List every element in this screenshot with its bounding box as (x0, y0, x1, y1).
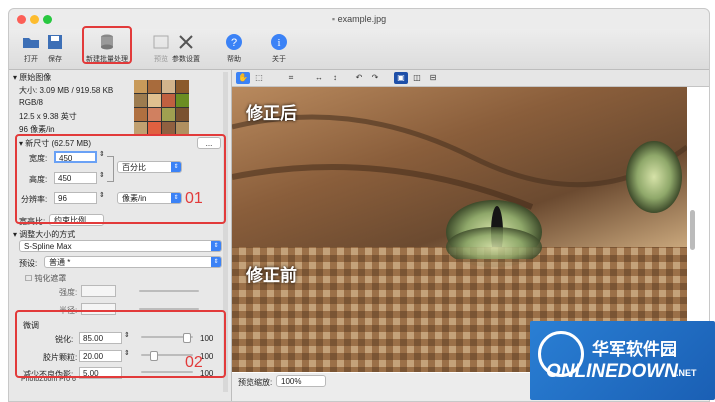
tools-icon (176, 32, 196, 52)
split-horizontal-icon[interactable]: ⊟ (426, 72, 440, 84)
settings-label: 参数设置 (172, 56, 200, 63)
window-title: ▪ example.jpg (9, 14, 709, 24)
view-toolbar: ✋ ⬚ ⌗ ↔ ↕ ↶ ↷ ▣ ◫ ⊟ (232, 70, 709, 87)
chevron-updown-icon: ⇕ (211, 241, 221, 251)
hand-tool-icon[interactable]: ✋ (236, 72, 250, 84)
save-label: 保存 (48, 56, 62, 63)
preview-scrollbar[interactable] (690, 210, 695, 250)
preset-select[interactable]: 普通 * ⇕ (44, 256, 222, 268)
open-label: 打开 (24, 56, 38, 63)
svg-text:i: i (277, 37, 280, 49)
annotation-02: 02 (185, 354, 203, 371)
preview-label: 预览 (154, 56, 168, 63)
zoom-label: 预览缩放: (238, 378, 273, 387)
fit-height-icon[interactable]: ↕ (328, 72, 342, 84)
zoom-select[interactable]: 100% (276, 375, 326, 387)
original-dims: 12.5 x 9.38 英寸 (19, 112, 77, 121)
unsharp-header[interactable]: ☐ 钝化遮罩 (25, 273, 66, 284)
method-value: S-Spline Max (24, 242, 72, 251)
preset-value: 普通 * (49, 258, 71, 267)
preset-label: 预设: (19, 259, 38, 268)
preview-icon (151, 32, 171, 52)
logo-en: ONLINEDOWN (546, 361, 678, 382)
resize-method-header[interactable]: ▾ 调整大小的方式 (13, 229, 75, 240)
unsharp-header-text: 钝化遮罩 (34, 274, 67, 283)
original-size: 大小: 3.09 MB / 919.58 KB (19, 86, 114, 95)
open-button[interactable]: 打开 (19, 32, 43, 64)
about-label: 关于 (272, 56, 286, 63)
before-caption: 修正前 (246, 266, 297, 286)
highlight-batch-button (82, 26, 132, 64)
about-button[interactable]: i 关于 (267, 32, 291, 64)
settings-button[interactable]: 参数设置 (169, 32, 203, 64)
thumbnail-grid (134, 80, 189, 135)
help-label: 帮助 (227, 56, 241, 63)
logo-suffix: .NET (676, 368, 697, 378)
info-icon: i (269, 32, 289, 52)
original-header-text: 原始图像 (19, 73, 52, 82)
window-title-text: example.jpg (337, 14, 387, 24)
original-section-header[interactable]: ▾ 原始图像 (13, 72, 51, 83)
fit-width-icon[interactable]: ↔ (312, 72, 326, 84)
watermark-logo: 华军软件园 ONLINEDOWN .NET (530, 321, 715, 400)
zoom-value: 100% (281, 377, 302, 386)
after-caption: 修正后 (246, 104, 297, 124)
strength-slider[interactable] (139, 290, 199, 292)
highlight-newsize-box (15, 134, 226, 224)
split-vertical-icon[interactable]: ◫ (410, 72, 424, 84)
save-button[interactable]: 保存 (43, 32, 67, 64)
annotation-01: 01 (185, 190, 203, 207)
rotate-right-icon[interactable]: ↷ (368, 72, 382, 84)
strength-input[interactable] (81, 285, 116, 297)
logo-cn: 华军软件园 (592, 340, 677, 360)
method-select[interactable]: S-Spline Max ⇕ (19, 240, 222, 252)
chevron-updown-icon: ⇕ (211, 257, 221, 267)
strength-label: 强度: (59, 288, 78, 297)
help-button[interactable]: ? 帮助 (222, 32, 246, 64)
floppy-icon (45, 32, 65, 52)
folder-icon (21, 32, 41, 52)
rotate-left-icon[interactable]: ↶ (352, 72, 366, 84)
original-mode: RGB/8 (19, 98, 44, 107)
select-tool-icon[interactable]: ⬚ (252, 72, 266, 84)
single-view-icon[interactable]: ▣ (394, 72, 408, 84)
help-icon: ? (224, 32, 244, 52)
resize-method-header-text: 调整大小的方式 (19, 230, 76, 239)
svg-text:?: ? (231, 37, 237, 49)
crop-icon[interactable]: ⌗ (284, 72, 298, 84)
